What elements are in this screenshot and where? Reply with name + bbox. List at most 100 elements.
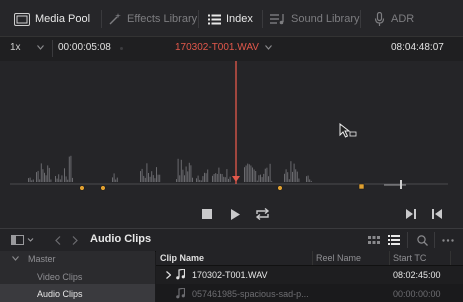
effects-icon (109, 13, 121, 25)
waveform-bar (151, 171, 153, 182)
waveform-bar (143, 175, 145, 182)
waveform-bar (287, 172, 289, 182)
waveform-bar (45, 175, 47, 182)
next-clip-button[interactable] (404, 207, 418, 221)
waveform-bar (144, 177, 146, 182)
waveform-bar (70, 155, 72, 182)
waveform-bar (148, 173, 149, 182)
table-row[interactable]: 057461985-spacious-sad-p... 00:00:00:00 (156, 284, 463, 302)
waveform-bar (207, 169, 209, 182)
waveform-bar (218, 167, 220, 182)
waveform-bar (288, 179, 290, 182)
skip-forward-icon (406, 209, 416, 219)
previous-clip-button[interactable] (430, 207, 444, 221)
waveform-bar (56, 178, 58, 182)
media-pool-header: Audio Clips (0, 228, 463, 252)
waveform-bar (146, 163, 148, 182)
waveform-bar (252, 167, 253, 182)
waveform-bar (202, 176, 204, 182)
waveform-bar (248, 164, 250, 182)
stop-icon (202, 209, 212, 219)
waveform-bar (295, 169, 297, 182)
forward-button[interactable] (69, 233, 81, 247)
waveform-bar (149, 176, 151, 182)
waveform-bar (307, 175, 309, 182)
more-options-icon (442, 238, 454, 242)
tab-adr[interactable]: ADR (374, 9, 414, 29)
waveform-bar (159, 174, 161, 182)
waveform-bar (293, 163, 295, 182)
waveform-bar (190, 165, 192, 182)
stop-button[interactable] (200, 207, 214, 221)
tab-label: Sound Library (291, 13, 360, 25)
waveform-bar (154, 178, 156, 182)
zoom-handle (400, 180, 402, 189)
search-button[interactable] (415, 233, 429, 247)
clip-name-dropdown[interactable]: 170302-T001.WAV (175, 42, 272, 53)
back-button[interactable] (52, 233, 64, 247)
dot-indicator (120, 47, 123, 50)
waveform-bar (296, 171, 298, 182)
waveform-bar (187, 171, 189, 182)
waveform-bar (205, 173, 207, 182)
divider (52, 40, 53, 57)
waveform-bar (179, 175, 181, 182)
waveform-bar (68, 156, 70, 182)
bin-list: Master Video Clips Audio Clips (0, 251, 155, 302)
waveform-bar (42, 169, 44, 182)
waveform-bar (226, 169, 228, 182)
tab-label: Effects Library (127, 13, 198, 25)
waveform-bar (255, 171, 257, 182)
waveform-bar (192, 177, 193, 182)
waveform-bar (184, 175, 185, 182)
waveform-bar (182, 169, 184, 182)
audio-clip-icon (176, 288, 185, 299)
loop-button[interactable] (254, 206, 270, 222)
zoom-dropdown[interactable]: 1x (10, 42, 44, 53)
waveform-bar (31, 180, 33, 182)
waveform-bar (268, 176, 269, 182)
play-button[interactable] (228, 207, 242, 221)
divider (101, 10, 102, 28)
bin-item-master[interactable]: Master (0, 251, 155, 267)
chevron-right-icon (166, 271, 171, 279)
cursor-icon (339, 122, 357, 139)
divider (360, 10, 361, 28)
tab-media-pool[interactable]: Media Pool (14, 9, 90, 29)
waveform-bar (290, 161, 292, 182)
waveform-bar (250, 165, 252, 182)
column-header-start-tc[interactable]: Start TC (393, 251, 426, 265)
thumbnail-view-button[interactable] (367, 233, 381, 247)
search-icon (416, 234, 428, 246)
waveform-bar (224, 177, 226, 182)
clip-name: 170302-T001.WAV (192, 270, 268, 280)
waveform-bar (156, 167, 157, 182)
options-menu-button[interactable] (440, 233, 456, 247)
waveform-bar (216, 174, 218, 182)
waveform-bar (261, 177, 263, 182)
column-header-reel-name[interactable]: Reel Name (316, 251, 361, 265)
bin-item-audio-clips[interactable]: Audio Clips (0, 284, 155, 302)
column-header-clip-name[interactable]: Clip Name (160, 251, 204, 265)
bin-item-video-clips[interactable]: Video Clips (0, 267, 155, 284)
waveform-bar (221, 174, 223, 182)
list-view-button[interactable] (387, 233, 401, 247)
waveform-bar (260, 174, 261, 182)
viewer-header: 1x 00:00:05:08 170302-T001.WAV 08:04:48:… (0, 36, 463, 62)
panel-tab-bar: Media Pool Effects Library Index Sound L… (0, 0, 463, 36)
waveform-bar (285, 169, 287, 182)
waveform-bar (152, 175, 154, 182)
waveform-bar (196, 178, 197, 182)
column-divider (389, 251, 390, 265)
waveform-bar (59, 179, 61, 182)
waveform-bar (61, 175, 63, 182)
table-row[interactable]: 170302-T001.WAV 08:02:45:00 (156, 266, 463, 284)
waveform-bar (112, 177, 113, 182)
waveform-bar (223, 176, 225, 182)
tab-effects-library[interactable]: Effects Library (108, 9, 197, 29)
source-timecode: 00:00:05:08 (58, 42, 111, 53)
waveform-bar (188, 162, 190, 182)
tab-sound-library[interactable]: Sound Library (270, 9, 360, 29)
tab-index[interactable]: Index (208, 9, 253, 29)
bin-list-toggle[interactable] (10, 233, 36, 247)
